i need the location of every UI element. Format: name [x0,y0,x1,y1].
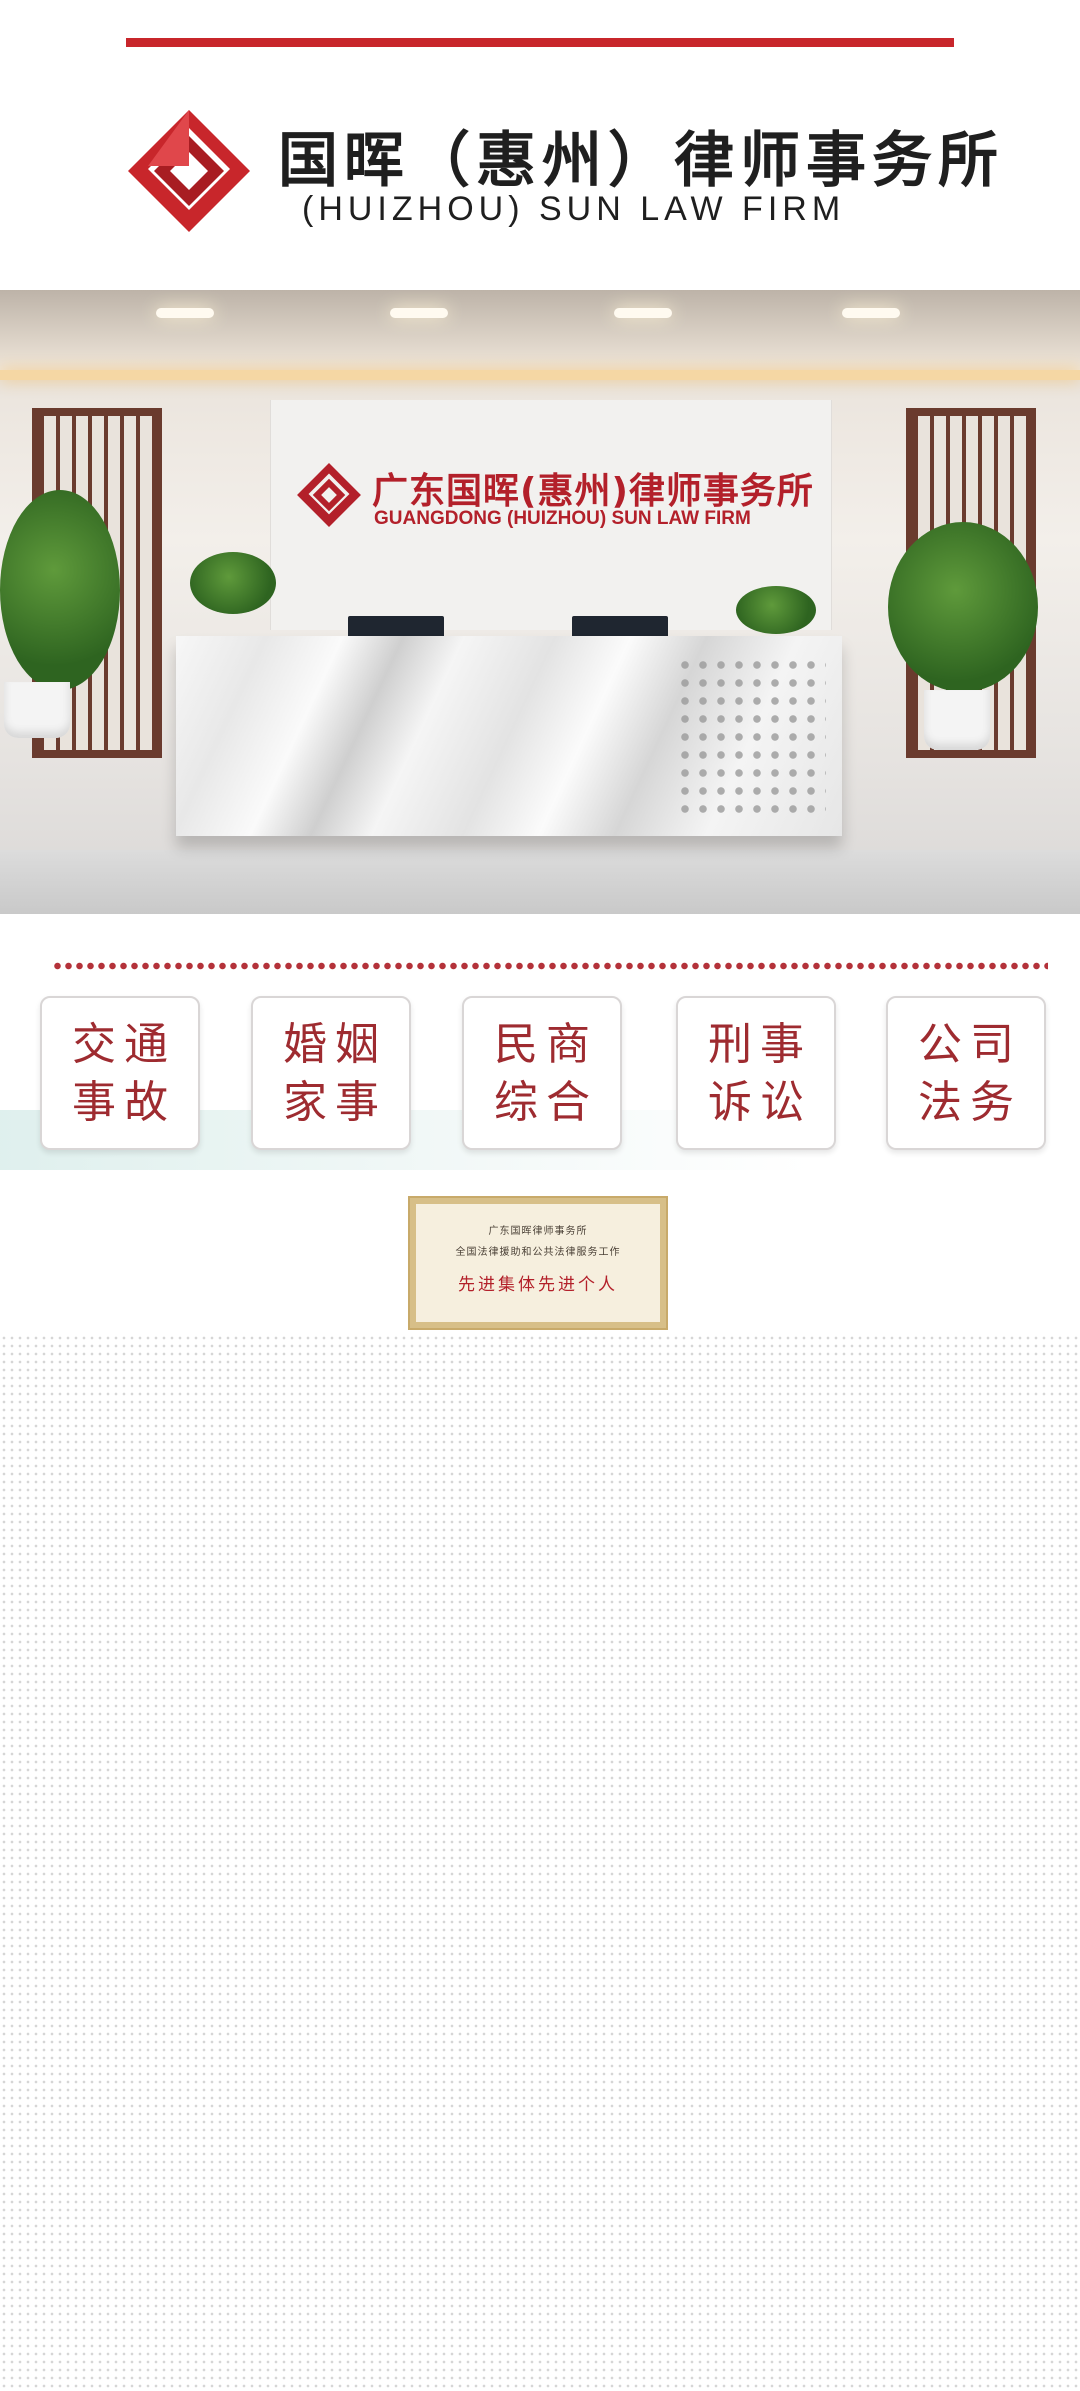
monitor [572,616,668,638]
blank-dotted-area [0,1334,1080,2391]
ceiling-light [842,308,900,318]
service-label-line1: 婚姻 [283,1019,387,1070]
service-label-line2: 诉讼 [708,1077,812,1128]
award-plaque: 广东国晖律师事务所 全国法律援助和公共法律服务工作 先进集体先进个人 [408,1196,668,1330]
service-label-line1: 交通 [72,1019,176,1070]
service-traffic-accident[interactable]: 交通 事故 [40,996,200,1150]
service-corporate-law[interactable]: 公司 法务 [886,996,1046,1150]
ceiling-light [614,308,672,318]
service-label-line1: 刑事 [708,1019,812,1070]
plant-pot [4,682,70,738]
service-label-line2: 法务 [918,1077,1022,1128]
service-civil-commercial[interactable]: 民商 综合 [462,996,622,1150]
office-lobby-photo: 广东国晖(惠州)律师事务所 GUANGDONG (HUIZHOU) SUN LA… [0,290,1080,914]
floor [0,850,1080,914]
service-marriage-family[interactable]: 婚姻 家事 [251,996,411,1150]
lobby-sign-chinese: 广东国晖(惠州)律师事务所 [372,471,814,512]
top-accent-rule [126,38,954,47]
firm-name-chinese: 国晖（惠州）律师事务所 [278,126,1004,196]
ceiling-light [156,308,214,318]
plaque-award-title: 先进集体先进个人 [458,1275,618,1295]
service-label-line2: 综合 [494,1077,598,1128]
firm-name-english: (HUIZHOU) SUN LAW FIRM [302,190,846,228]
potted-plant [0,490,120,690]
desk-plant [190,552,276,614]
firm-logo-icon [128,110,250,232]
service-label-line2: 家事 [283,1077,387,1128]
reception-desk [176,636,842,836]
ceiling-light [390,308,448,318]
cove-lighting [0,370,1080,380]
service-criminal-litigation[interactable]: 刑事 诉讼 [676,996,836,1150]
service-label-line1: 民商 [494,1019,598,1070]
service-label-line1: 公司 [918,1019,1022,1070]
plant-pot [924,690,990,750]
monitor [348,616,444,638]
desk-plant [736,586,816,634]
plaque-firm-name: 广东国晖律师事务所 [488,1226,588,1237]
potted-plant [888,522,1038,692]
plaque-description: 全国法律援助和公共法律服务工作 [455,1247,621,1258]
dotted-divider [52,962,1048,970]
desk-dot-pattern [676,656,826,816]
service-label-line2: 事故 [72,1077,176,1128]
sign-logo-icon [297,463,361,527]
lobby-sign-english: GUANGDONG (HUIZHOU) SUN LAW FIRM [374,508,751,529]
ceiling [0,290,1080,370]
